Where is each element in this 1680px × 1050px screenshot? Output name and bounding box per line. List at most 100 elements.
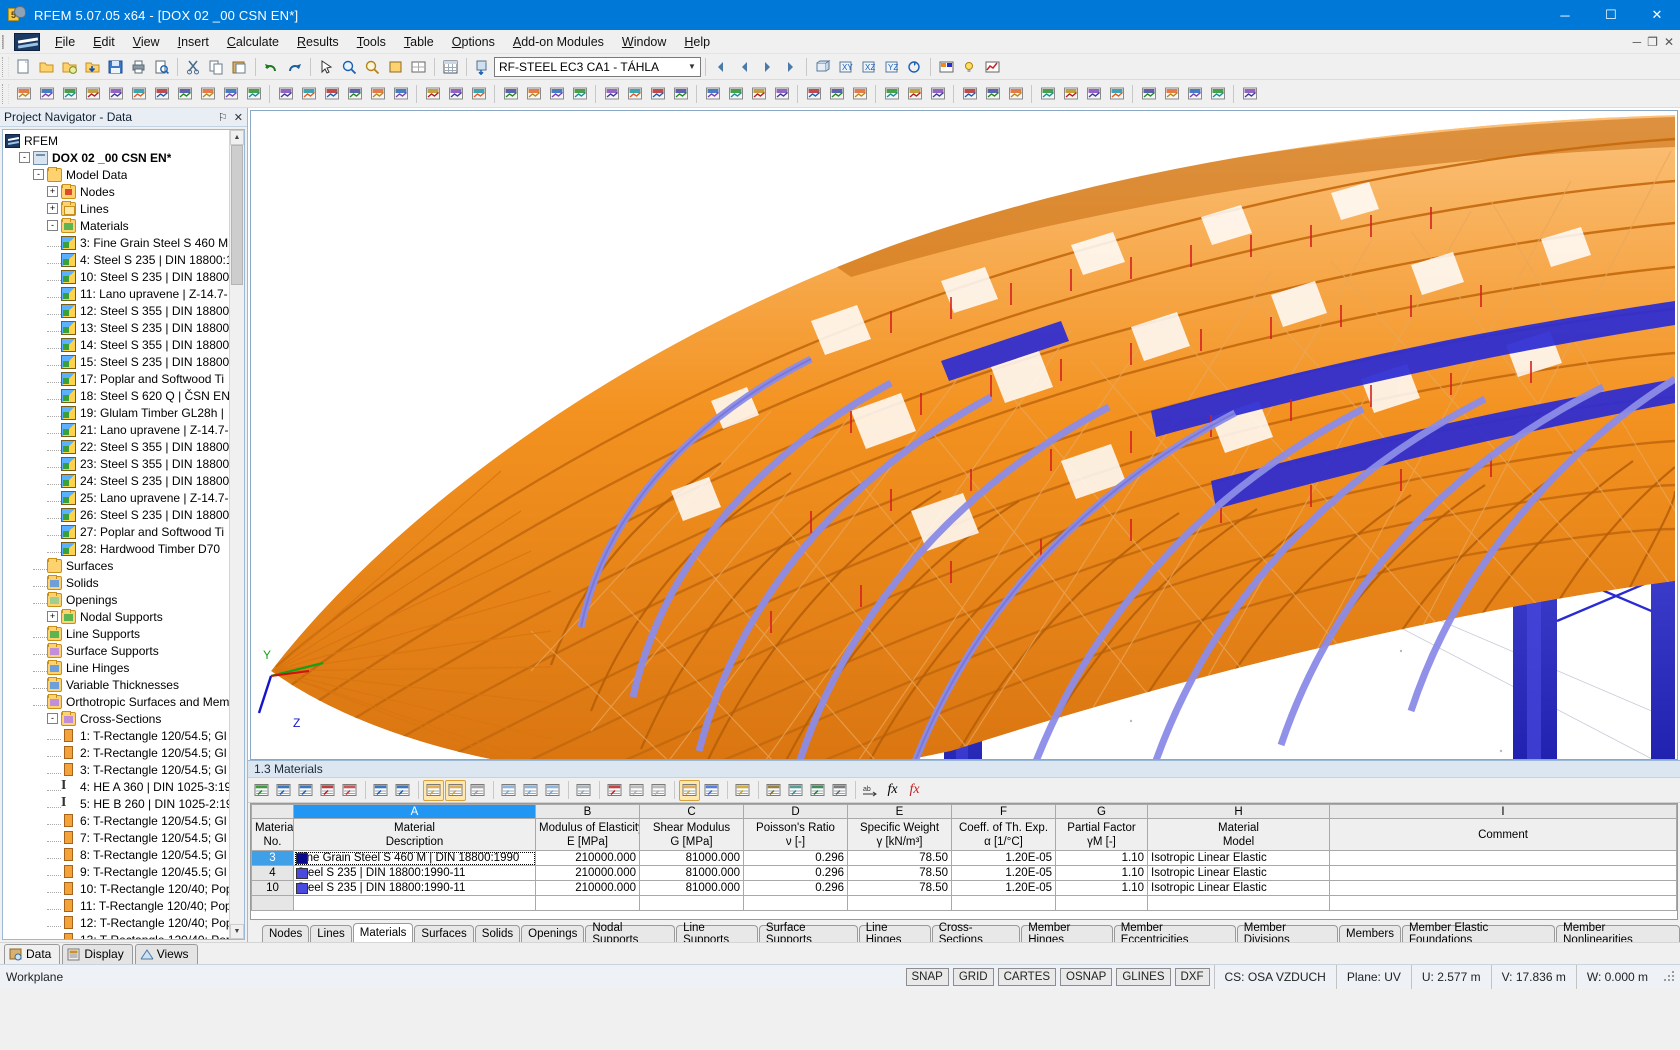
thermal-expansion[interactable]: 1.20E-05 <box>951 865 1056 881</box>
menu-item-file[interactable]: File <box>46 32 84 52</box>
shear-modulus[interactable]: 81000.000 <box>639 850 744 866</box>
empty-cell[interactable] <box>847 895 952 911</box>
insert-row-icon[interactable] <box>273 780 294 801</box>
scroll-up-icon[interactable]: ▲ <box>230 130 244 145</box>
empty-cell[interactable] <box>1329 895 1677 911</box>
tree-node-lines[interactable]: + Lines <box>3 200 244 217</box>
section-force-m-icon[interactable] <box>646 83 669 105</box>
menu-item-add-on-modules[interactable]: Add-on Modules <box>504 32 613 52</box>
tree-node-orthotropic-surfaces-and-mem[interactable]: Orthotropic Surfaces and Mem <box>3 693 244 710</box>
calculate-selected-icon[interactable] <box>522 83 545 105</box>
menu-item-view[interactable]: View <box>124 32 169 52</box>
empty-cell[interactable] <box>743 895 848 911</box>
data-tab-materials[interactable]: Materials <box>352 923 414 942</box>
render-wire-icon[interactable] <box>825 83 848 105</box>
help-context-icon[interactable] <box>1238 83 1261 105</box>
menu-item-calculate[interactable]: Calculate <box>218 32 288 52</box>
tree-node-surface-supports[interactable]: Surface Supports <box>3 642 244 659</box>
nav-prev-icon[interactable] <box>733 56 756 78</box>
new-member-icon[interactable] <box>58 83 81 105</box>
tree-node-2-t-rectangle-120-54-5-gl[interactable]: 2: T-Rectangle 120/54.5; Gl <box>3 744 244 761</box>
tree-expander[interactable]: - <box>33 169 44 180</box>
zoom-all-icon[interactable] <box>361 56 384 78</box>
status-toggle-cartes[interactable]: CARTES <box>997 967 1057 986</box>
tree-node-17-poplar-and-softwood-ti[interactable]: 17: Poplar and Softwood Ti <box>3 370 244 387</box>
material-model[interactable]: Isotropic Linear Elastic <box>1147 865 1330 881</box>
data-tab-member-nonlinearities[interactable]: Member Nonlinearities <box>1556 922 1680 942</box>
thermal-expansion[interactable]: 1.20E-05 <box>951 880 1056 896</box>
data-tab-member-eccentricities[interactable]: Member Eccentricities <box>1113 922 1236 942</box>
section-force-v-icon[interactable] <box>623 83 646 105</box>
redo-icon[interactable] <box>283 56 306 78</box>
insert-column-icon[interactable] <box>295 780 316 801</box>
data-tab-cross-sections[interactable]: Cross-Sections <box>931 922 1021 942</box>
rotate-view-icon[interactable] <box>903 56 926 78</box>
tree-node-3-fine-grain-steel-s-460-m-[interactable]: 3: Fine Grain Steel S 460 M | <box>3 234 244 251</box>
material-model[interactable]: Isotropic Linear Elastic <box>1147 850 1330 866</box>
calculator-icon[interactable] <box>829 780 850 801</box>
move-left-icon[interactable] <box>370 780 391 801</box>
tree-node-13-t-rectangle-120-40-pop[interactable]: 13: T-Rectangle 120/40; Pop <box>3 931 244 939</box>
tree-node-6-t-rectangle-120-54-5-gl[interactable]: 6: T-Rectangle 120/54.5; Gl <box>3 812 244 829</box>
optimize-table-icon[interactable] <box>785 780 806 801</box>
menu-item-table[interactable]: Table <box>395 32 443 52</box>
tree-node-model-data[interactable]: - Model Data <box>3 166 244 183</box>
render-transparent-icon[interactable] <box>848 83 871 105</box>
blue-table-icon[interactable] <box>701 780 722 801</box>
pin-icon[interactable]: ⚐ <box>218 111 228 124</box>
table-filter-icon[interactable] <box>339 780 360 801</box>
status-toggle-osnap[interactable]: OSNAP <box>1060 967 1113 986</box>
column-letter-B[interactable]: B <box>535 804 640 819</box>
status-toggle-snap[interactable]: SNAP <box>905 967 949 986</box>
tree-node-12-steel-s-355-din-18800-1[interactable]: 12: Steel S 355 | DIN 18800:1 <box>3 302 244 319</box>
navigator-tab-data[interactable]: Data <box>4 943 61 964</box>
column-letter-H[interactable]: H <box>1147 804 1330 819</box>
clear-cells-icon[interactable] <box>573 780 594 801</box>
poissons-ratio[interactable]: 0.296 <box>743 880 848 896</box>
tree-node-24-steel-s-235-din-18800-1[interactable]: 24: Steel S 235 | DIN 18800:1 <box>3 472 244 489</box>
tree-node-18-steel-s-620-q-sn-en-1[interactable]: 18: Steel S 620 Q | ČSN EN 1 <box>3 387 244 404</box>
data-tab-solids[interactable]: Solids <box>474 925 521 942</box>
tree-node-7-t-rectangle-120-54-5-gl[interactable]: 7: T-Rectangle 120/54.5; Gl <box>3 829 244 846</box>
tree-expander[interactable]: - <box>19 152 30 163</box>
surface-support-icon[interactable] <box>196 83 219 105</box>
tree-node-variable-thicknesses[interactable]: Variable Thicknesses <box>3 676 244 693</box>
nav-first-icon[interactable] <box>710 56 733 78</box>
modulus-elasticity[interactable]: 210000.000 <box>535 850 640 866</box>
view-iso-icon[interactable] <box>811 56 834 78</box>
table-tab-strip[interactable]: Nodes Lines Materials Surfaces Solids Opening… <box>248 922 1680 942</box>
select-icon[interactable] <box>315 56 338 78</box>
sort-ab-icon[interactable]: ab <box>860 780 881 801</box>
render-solid-icon[interactable] <box>802 83 825 105</box>
tree-node-22-steel-s-355-din-18800-1[interactable]: 22: Steel S 355 | DIN 18800:1 <box>3 438 244 455</box>
scroll-thumb[interactable] <box>231 145 243 285</box>
tree-node-rfem[interactable]: RFEM <box>3 132 244 149</box>
scroll-down-icon[interactable]: ▼ <box>230 924 244 939</box>
column-letter-D[interactable]: D <box>743 804 848 819</box>
status-toggle-grid[interactable]: GRID <box>952 967 994 986</box>
poissons-ratio[interactable]: 0.296 <box>743 865 848 881</box>
menu-grip[interactable] <box>2 32 12 52</box>
data-tab-members[interactable]: Members <box>1339 925 1401 942</box>
column-letter-E[interactable]: E <box>847 804 952 819</box>
cut-icon[interactable] <box>182 56 205 78</box>
stress-plot-icon[interactable] <box>669 83 692 105</box>
tree-node-8-t-rectangle-120-54-5-gl[interactable]: 8: T-Rectangle 120/54.5; Gl <box>3 846 244 863</box>
member-hinge-icon[interactable] <box>219 83 242 105</box>
tree-expander[interactable]: + <box>47 186 58 197</box>
refresh-table-icon[interactable] <box>467 780 488 801</box>
render-mode-icon[interactable] <box>407 56 430 78</box>
tree-node-21-lano-upravene-z-14-7-[interactable]: 21: Lano upravene | Z-14.7- <box>3 421 244 438</box>
comment[interactable] <box>1329 865 1677 881</box>
edit-table-icon[interactable] <box>251 780 272 801</box>
nodal-support-icon[interactable] <box>150 83 173 105</box>
tree-node-3-t-rectangle-120-54-5-gl[interactable]: 3: T-Rectangle 120/54.5; Gl <box>3 761 244 778</box>
tree-node-1-t-rectangle-120-54-5-gl[interactable]: 1: T-Rectangle 120/54.5; Gl <box>3 727 244 744</box>
maximize-button[interactable]: ☐ <box>1588 0 1634 30</box>
grid-snap-icon[interactable] <box>770 83 793 105</box>
guideline-icon[interactable] <box>747 83 770 105</box>
undo-icon[interactable] <box>260 56 283 78</box>
print-icon[interactable] <box>127 56 150 78</box>
tree-node-line-supports[interactable]: Line Supports <box>3 625 244 642</box>
clear-formula-icon[interactable]: fx <box>904 780 925 801</box>
